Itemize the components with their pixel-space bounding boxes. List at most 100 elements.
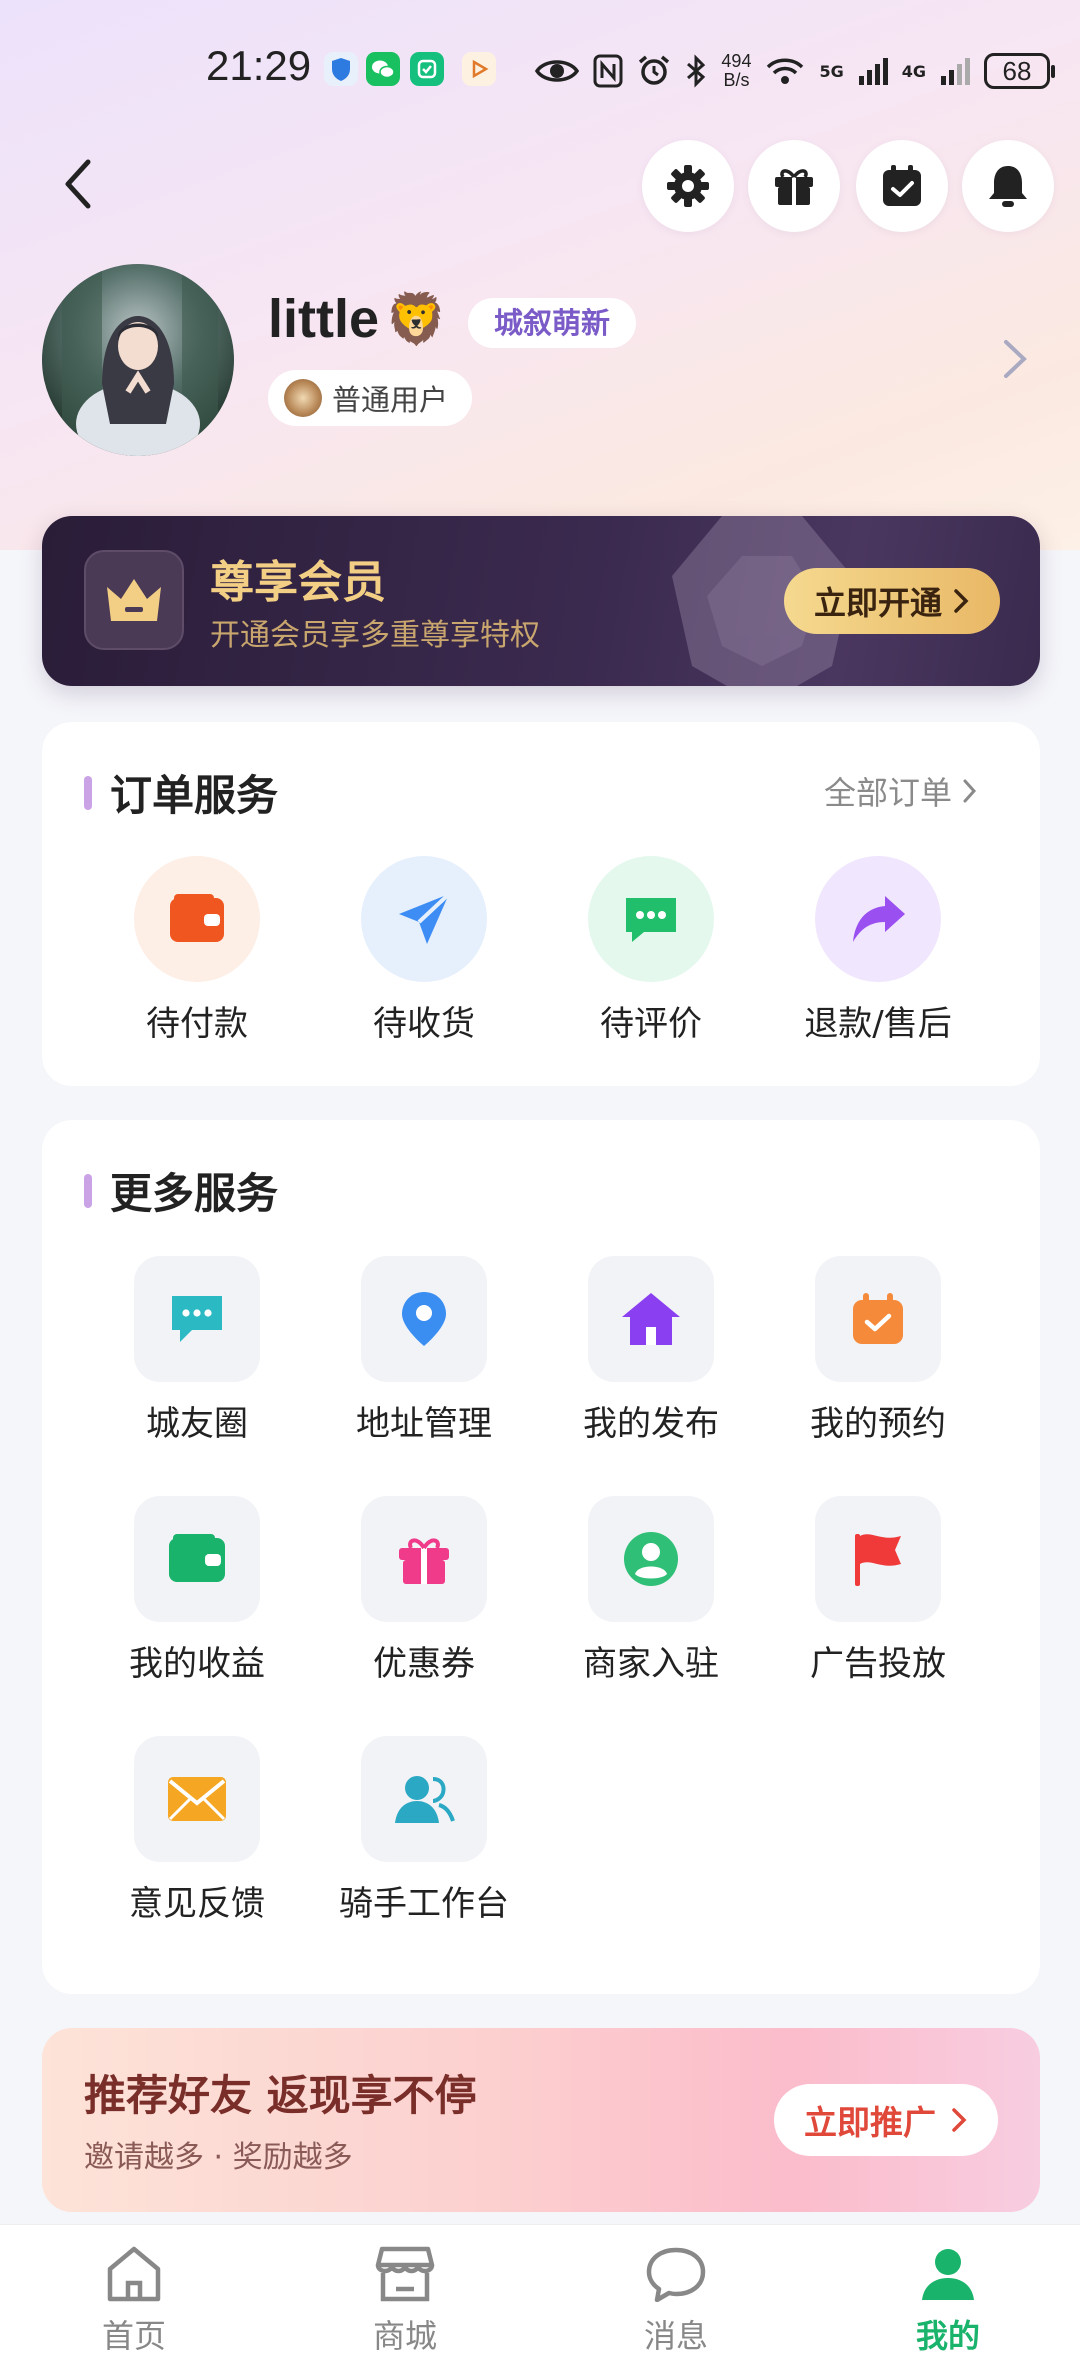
role-label: 普通用户 <box>332 383 449 417</box>
status-bar: 21:29 494 B/s 5G 4G 68 <box>0 40 1080 100</box>
status-time: 21:29 <box>206 42 312 89</box>
user-circle-icon <box>624 1532 678 1586</box>
nav-profile[interactable]: 我的 <box>868 2241 1028 2357</box>
vip-membership-card[interactable]: 尊享会员 开通会员享多重尊享特权 立即开通 <box>42 516 1040 686</box>
chevron-right-icon <box>954 589 969 613</box>
profile-detail-button[interactable] <box>1000 336 1030 382</box>
service-my-booking-tile <box>815 1256 941 1382</box>
order-refund-aftersales-badge <box>815 856 941 982</box>
service-merchant-join[interactable]: 商家入驻 <box>551 1496 751 1685</box>
vip-activate-label: 立即开通 <box>813 584 942 622</box>
service-feedback-label: 意见反馈 <box>129 1884 265 1924</box>
wallet-icon <box>170 894 224 942</box>
nav-store-label: 商城 <box>372 2317 437 2355</box>
status-indicators: 494 B/s 5G 4G 68 <box>535 46 1055 96</box>
gift-button[interactable] <box>748 140 840 232</box>
service-coupons[interactable]: 优惠券 <box>324 1496 524 1685</box>
back-icon <box>65 159 91 209</box>
service-rider-workbench[interactable]: 骑手工作台 <box>324 1736 524 1925</box>
wallet-icon <box>169 1534 225 1582</box>
title-accent-bar <box>84 775 92 810</box>
order-pending-review[interactable]: 待评价 <box>551 856 751 1045</box>
order-pending-review-label: 待评价 <box>600 1004 702 1044</box>
service-rider-workbench-label: 骑手工作台 <box>339 1884 509 1924</box>
nav-home[interactable]: 首页 <box>54 2241 214 2357</box>
role-badge: 普通用户 <box>268 370 473 426</box>
calendar-check-icon <box>853 1293 903 1344</box>
more-services-title: 更多服务 <box>84 1160 278 1221</box>
eye-icon <box>535 60 580 82</box>
bell-icon <box>989 166 1027 207</box>
service-address-label: 地址管理 <box>356 1404 492 1444</box>
referral-promote-label: 立即推广 <box>804 2103 936 2142</box>
signal-icon <box>941 58 970 85</box>
nav-messages-label: 消息 <box>643 2317 708 2355</box>
network-type-4g: 4G <box>901 61 926 81</box>
service-community-tile <box>134 1256 260 1382</box>
settings-button[interactable] <box>642 140 734 232</box>
order-pending-payment-label: 待付款 <box>146 1004 248 1044</box>
service-earnings-label: 我的收益 <box>129 1644 265 1684</box>
title-accent-bar <box>84 1173 92 1208</box>
order-pending-payment[interactable]: 待付款 <box>97 856 297 1045</box>
nav-messages[interactable]: 消息 <box>596 2241 756 2357</box>
order-pending-receipt[interactable]: 待收货 <box>324 856 524 1045</box>
notifications-button[interactable] <box>962 140 1054 232</box>
wifi-icon <box>767 58 804 84</box>
bottom-navigation: 首页 商城 消息 我的 <box>0 2224 1080 2376</box>
refund-arrow-icon <box>853 896 905 942</box>
referral-subtitle: 邀请越多 · 奖励越多 <box>84 2140 353 2175</box>
order-refund-aftersales-label: 退款/售后 <box>804 1004 952 1044</box>
order-services-card: 订单服务 全部订单 待付款 待收货 待评价 退款/售后 <box>42 722 1040 1086</box>
service-my-posts-label: 我的发布 <box>583 1404 719 1444</box>
mail-icon <box>168 1777 226 1821</box>
users-icon <box>395 1776 455 1823</box>
store-icon <box>375 2246 435 2302</box>
vip-title: 尊享会员 <box>210 557 386 608</box>
battery-indicator: 68 <box>984 53 1055 89</box>
referral-promote-button[interactable]: 立即推广 <box>774 2084 998 2156</box>
gift-icon <box>399 1538 449 1584</box>
service-address[interactable]: 地址管理 <box>324 1256 524 1445</box>
nav-profile-label: 我的 <box>915 2317 980 2355</box>
alarm-icon <box>639 55 670 85</box>
order-services-title: 订单服务 <box>84 762 278 823</box>
all-orders-link[interactable]: 全部订单 <box>824 768 978 814</box>
order-pending-payment-badge <box>134 856 260 982</box>
avatar[interactable] <box>42 264 234 456</box>
all-orders-label: 全部订单 <box>823 774 952 812</box>
calendar-check-icon <box>883 165 921 206</box>
vip-activate-button[interactable]: 立即开通 <box>783 568 1000 634</box>
service-coupons-tile <box>361 1496 487 1622</box>
nav-store[interactable]: 商城 <box>325 2241 485 2357</box>
service-advertising[interactable]: 广告投放 <box>778 1496 978 1685</box>
service-earnings[interactable]: 我的收益 <box>97 1496 297 1685</box>
calendar-button[interactable] <box>856 140 948 232</box>
service-my-booking[interactable]: 我的预约 <box>778 1256 978 1445</box>
message-icon <box>646 2247 706 2302</box>
bluetooth-icon <box>687 54 706 88</box>
order-refund-aftersales[interactable]: 退款/售后 <box>778 856 978 1045</box>
order-pending-review-badge <box>588 856 714 982</box>
more-services-card: 更多服务 城友圈 地址管理 我的发布 我的预约 我的收益 优惠券 商家入驻 广告… <box>42 1120 1040 1994</box>
service-feedback[interactable]: 意见反馈 <box>97 1736 297 1925</box>
back-button[interactable] <box>54 152 110 216</box>
nfc-icon <box>593 54 623 88</box>
vip-subtitle: 开通会员享多重尊享特权 <box>210 618 540 653</box>
location-pin-icon <box>402 1292 446 1346</box>
referral-banner[interactable]: 推荐好友 返现享不停 邀请越多 · 奖励越多 立即推广 <box>42 2028 1040 2212</box>
network-type-5g: 5G <box>819 61 844 81</box>
play-app-icon <box>462 52 496 86</box>
role-medal-icon <box>284 379 322 417</box>
chevron-right-icon <box>1004 340 1027 378</box>
service-advertising-tile <box>815 1496 941 1622</box>
chat-icon <box>626 898 676 942</box>
username-text: little <box>268 289 380 349</box>
order-pending-receipt-badge <box>361 856 487 982</box>
profile-icon <box>922 2249 974 2300</box>
wechat-icon <box>366 52 400 86</box>
service-community[interactable]: 城友圈 <box>97 1256 297 1445</box>
signal-icon <box>858 58 888 85</box>
vip-crown-badge <box>84 550 184 650</box>
service-my-posts[interactable]: 我的发布 <box>551 1256 751 1445</box>
